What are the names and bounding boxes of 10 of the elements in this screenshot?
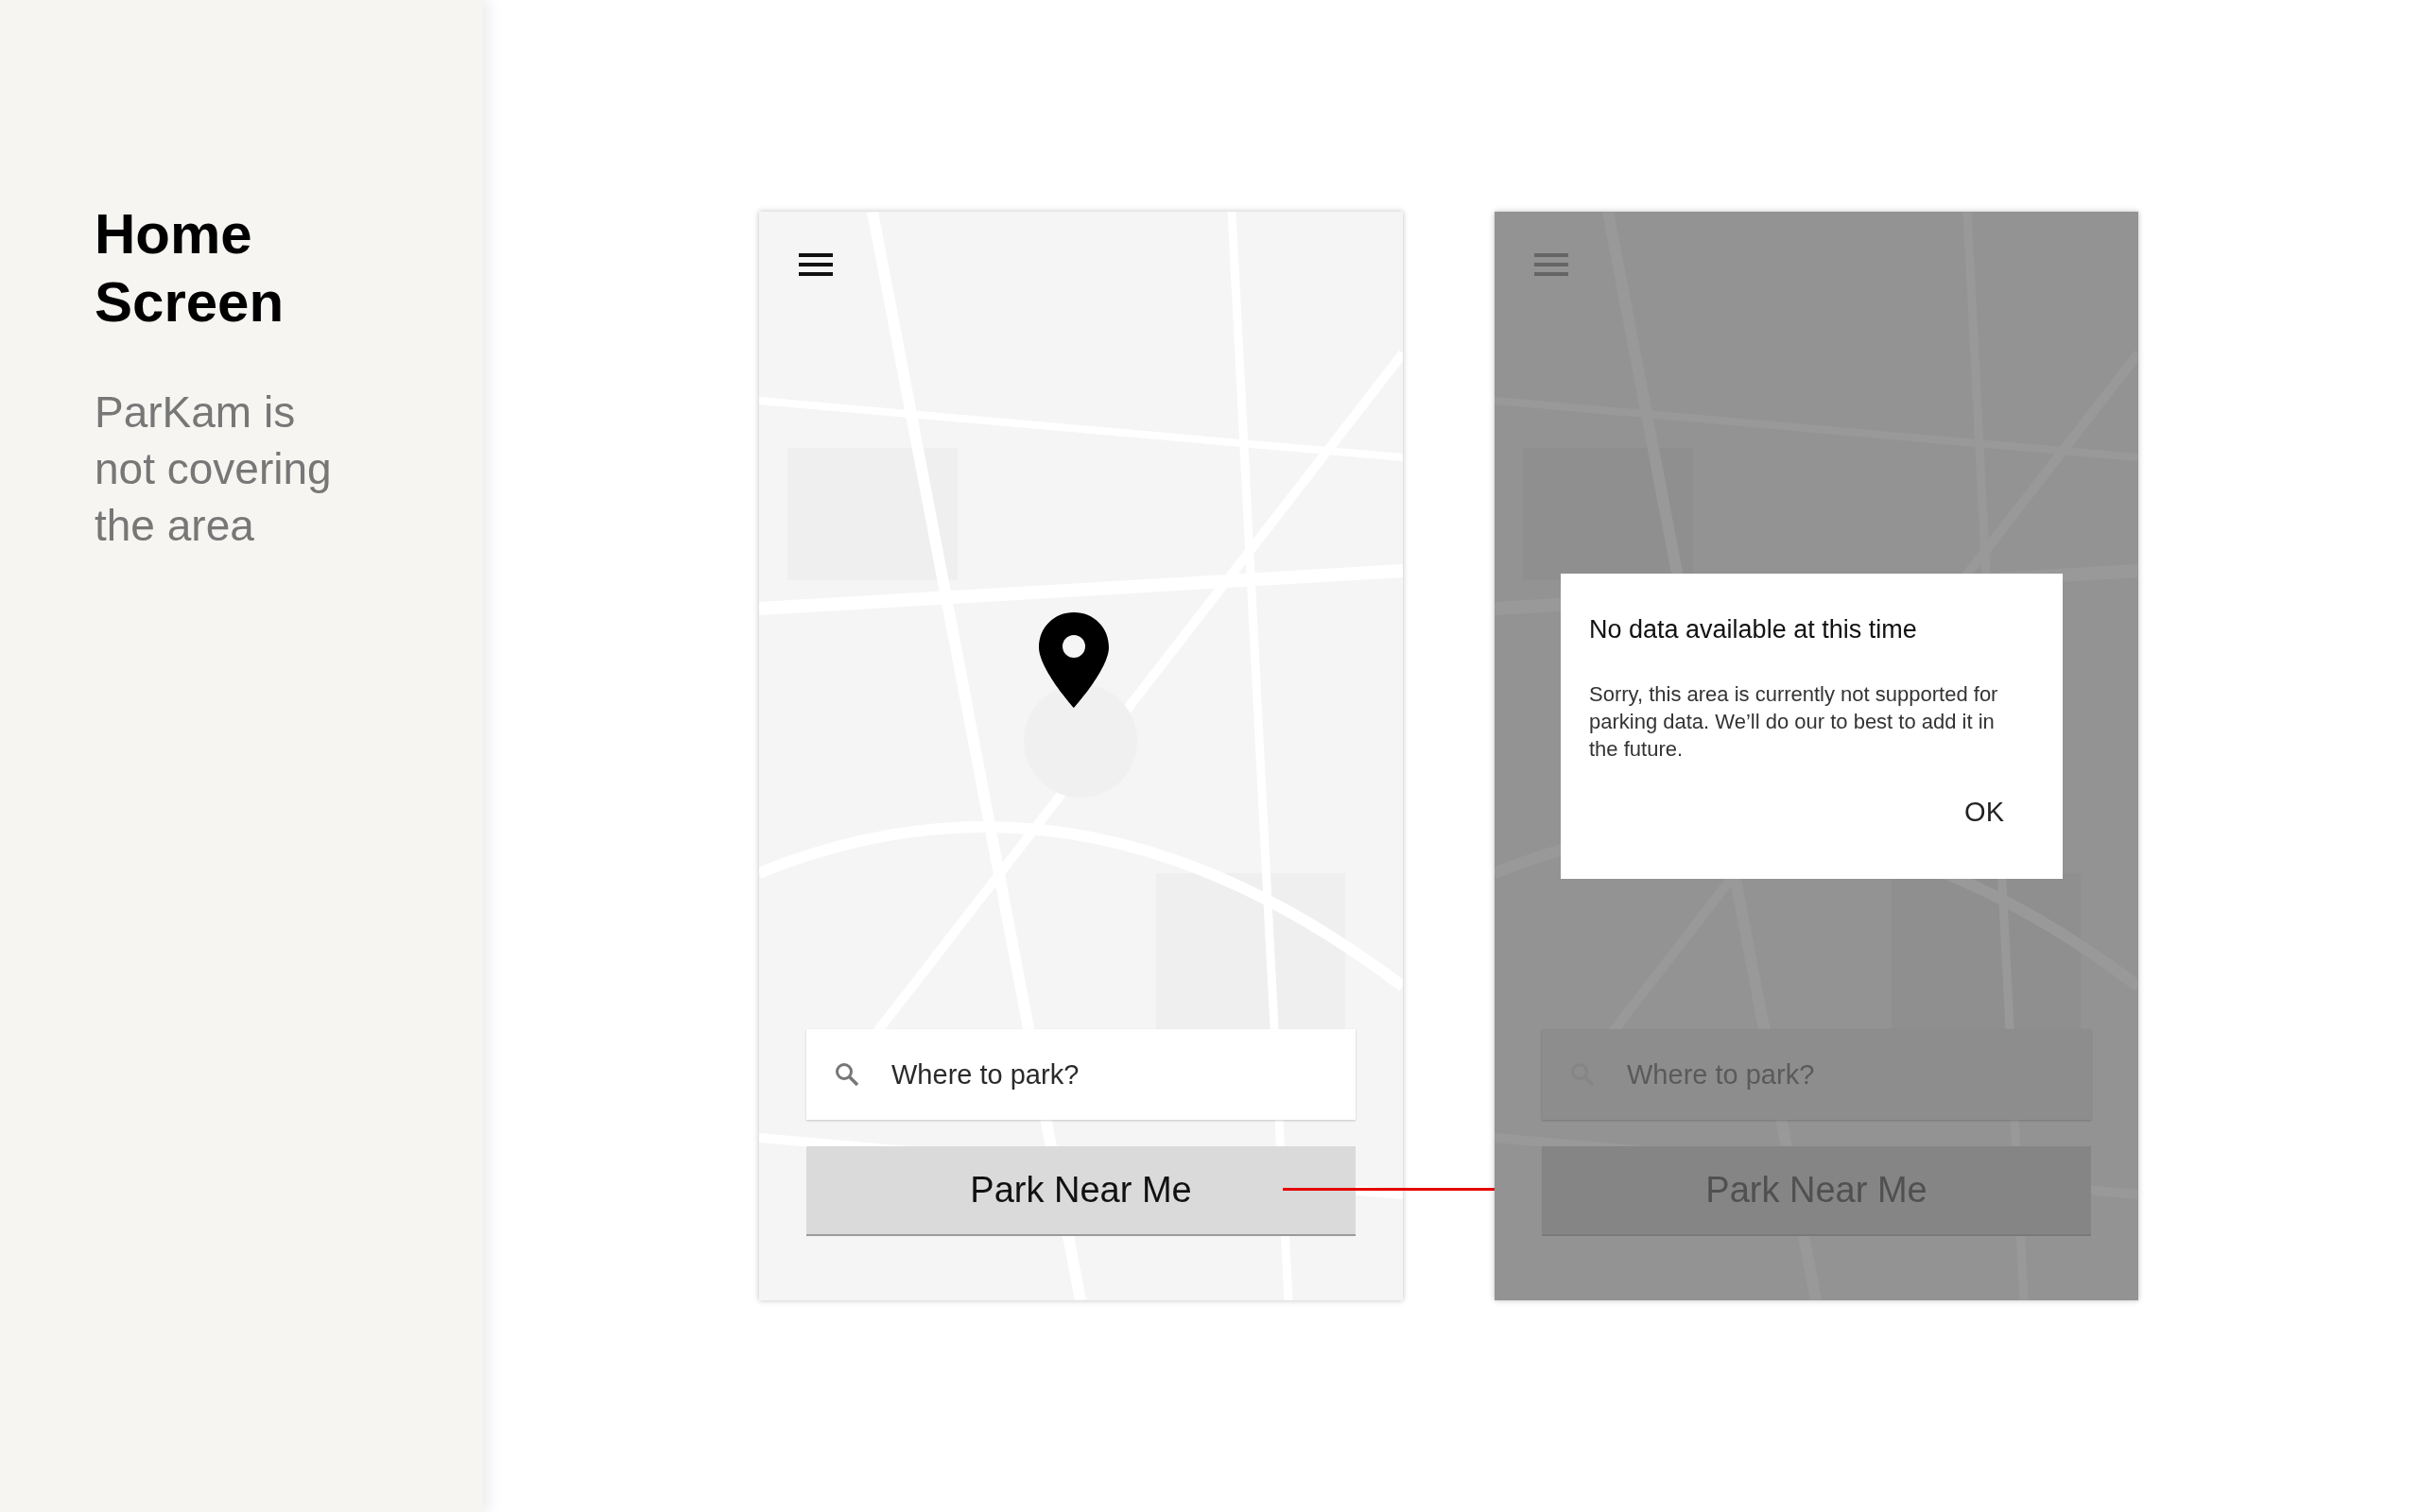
menu-icon[interactable] bbox=[799, 253, 833, 276]
screen-description: ParKam is not covering the area bbox=[95, 387, 333, 552]
map-pin-icon bbox=[1038, 612, 1109, 708]
dialog-message: Sorry, this area is currently not supported for parking data. We’ll do our to best to add it in the future. bbox=[1589, 681, 1999, 763]
screen-title: Home Screen bbox=[95, 201, 285, 335]
ok-button[interactable]: OK bbox=[1961, 793, 2008, 832]
search-field[interactable]: Where to park? bbox=[806, 1029, 1356, 1120]
search-icon bbox=[835, 1062, 859, 1087]
dialog-title: No data available at this time bbox=[1589, 615, 1918, 644]
park-near-me-button[interactable]: Park Near Me bbox=[806, 1146, 1356, 1236]
